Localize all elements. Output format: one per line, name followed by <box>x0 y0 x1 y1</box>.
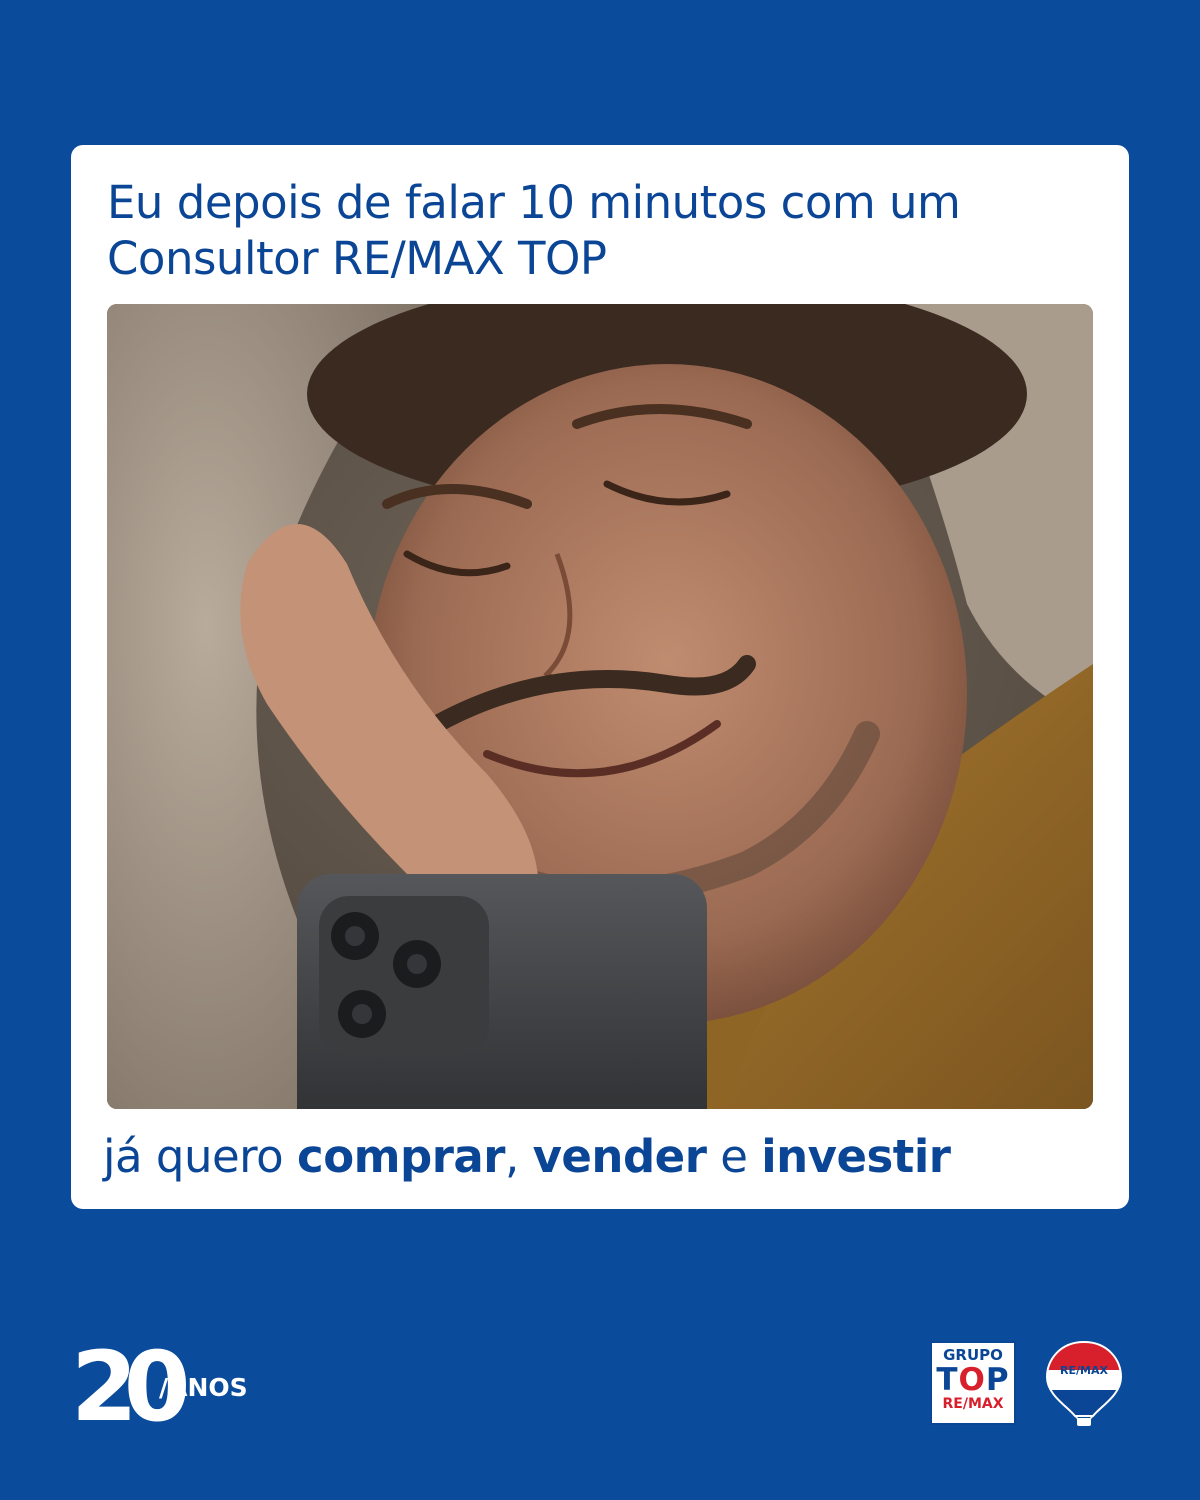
headline-line-1: Eu depois de falar 10 minutos com um <box>107 176 961 229</box>
meme-card: Eu depois de falar 10 minutos com um Con… <box>71 145 1129 1209</box>
caption: já quero comprar, vender e investir <box>103 1127 1103 1187</box>
caption-separator-1: , <box>504 1130 533 1183</box>
headline-line-2: Consultor RE/MAX TOP <box>107 232 607 285</box>
remax-balloon-icon: RE/MAX <box>1045 1340 1123 1426</box>
grupo-top-letter-p: P <box>985 1362 1010 1398</box>
caption-separator-2: e <box>706 1130 762 1183</box>
20-anos-logo: 20 /ANOS <box>71 1336 248 1428</box>
caption-prefix: já quero <box>103 1130 298 1183</box>
balloon-label: RE/MAX <box>1060 1364 1108 1377</box>
anniversary-label: /ANOS <box>159 1373 248 1402</box>
caption-word-vender: vender <box>532 1130 707 1183</box>
caption-word-comprar: comprar <box>297 1130 505 1183</box>
caption-word-investir: investir <box>761 1130 951 1183</box>
grupo-top-letter-t: T <box>936 1362 959 1398</box>
grupo-top-letter-o: O <box>958 1362 986 1398</box>
grupo-top-remax-logo: GRUPO TOP RE/MAX <box>930 1341 1016 1425</box>
headline: Eu depois de falar 10 minutos com um Con… <box>107 175 1097 287</box>
grupo-top-line-2: TOP <box>932 1364 1014 1396</box>
photo-man-smiling-at-phone <box>107 304 1093 1109</box>
grupo-top-line-3: RE/MAX <box>942 1396 1004 1412</box>
